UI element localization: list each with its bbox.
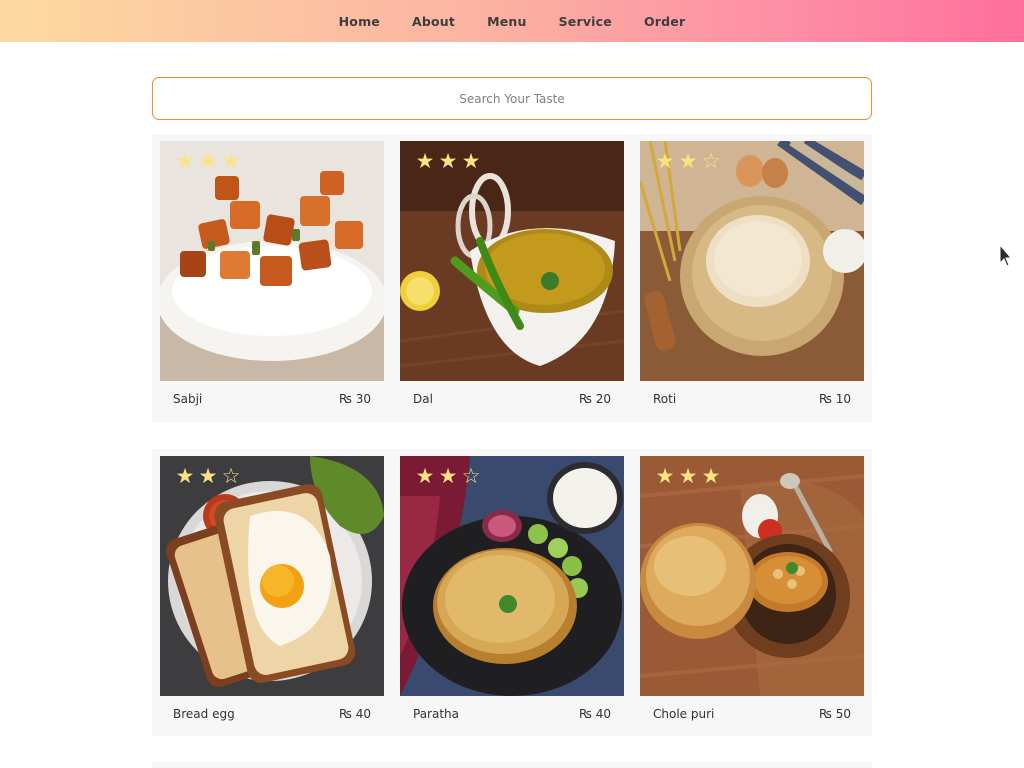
nav-service-link[interactable]: Service	[559, 14, 612, 29]
menu-row: ★ ★ ☆ Bread egg ₨ 40 ★ ★ ☆ Paratha ₨ 40 …	[152, 449, 872, 736]
star-filled-icon: ★	[701, 464, 722, 488]
rating-stars: ★ ★ ☆	[414, 466, 483, 487]
rating-stars: ★ ★ ★	[174, 151, 243, 172]
star-filled-icon: ★	[198, 149, 219, 173]
card-footer: Sabji ₨ 30	[160, 381, 384, 417]
card-footer: Dal ₨ 20	[400, 381, 624, 417]
nav-about-link[interactable]: About	[412, 14, 455, 29]
star-filled-icon: ★	[655, 464, 676, 488]
item-name: Sabji	[173, 392, 203, 406]
item-name: Chole puri	[653, 707, 715, 721]
item-price: ₨ 30	[339, 392, 371, 406]
item-price: ₨ 10	[819, 392, 851, 406]
chole-puri-photo: ★ ★ ★	[640, 456, 864, 696]
rating-stars: ★ ★ ☆	[654, 151, 723, 172]
rating-stars: ★ ★ ★	[654, 466, 723, 487]
star-filled-icon: ★	[175, 149, 196, 173]
menu-row	[152, 762, 872, 768]
card-footer: Roti ₨ 10	[640, 381, 864, 417]
star-filled-icon: ★	[415, 464, 436, 488]
star-filled-icon: ★	[678, 464, 699, 488]
item-price: ₨ 50	[819, 707, 851, 721]
menu-card[interactable]: ★ ★ ★ Chole puri ₨ 50	[640, 456, 864, 736]
menu-card[interactable]: ★ ★ ☆ Roti ₨ 10	[640, 141, 864, 422]
top-nav: Home About Menu Service Order	[0, 0, 1024, 42]
item-price: ₨ 40	[339, 707, 371, 721]
sabji-photo: ★ ★ ★	[160, 141, 384, 381]
search-input[interactable]: Search Your Taste	[152, 77, 872, 120]
menu-row: ★ ★ ★ Sabji ₨ 30 ★ ★ ★ Dal ₨ 20 ★ ★ ☆ Ro…	[152, 134, 872, 422]
item-price: ₨ 20	[579, 392, 611, 406]
item-name: Bread egg	[173, 707, 235, 721]
star-empty-icon: ☆	[221, 464, 242, 488]
nav-menu-link[interactable]: Menu	[487, 14, 527, 29]
rating-stars: ★ ★ ☆	[174, 466, 243, 487]
star-filled-icon: ★	[175, 464, 196, 488]
nav-home-link[interactable]: Home	[339, 14, 380, 29]
paratha-photo: ★ ★ ☆	[400, 456, 624, 696]
mouse-cursor-icon	[999, 243, 1013, 272]
star-filled-icon: ★	[678, 149, 699, 173]
rating-stars: ★ ★ ★	[414, 151, 483, 172]
item-name: Roti	[653, 392, 677, 406]
item-name: Dal	[413, 392, 433, 406]
menu-card[interactable]: ★ ★ ★ Sabji ₨ 30	[160, 141, 384, 422]
star-filled-icon: ★	[438, 149, 459, 173]
star-filled-icon: ★	[415, 149, 436, 173]
menu-card[interactable]: ★ ★ ☆ Bread egg ₨ 40	[160, 456, 384, 736]
star-filled-icon: ★	[221, 149, 242, 173]
card-footer: Chole puri ₨ 50	[640, 696, 864, 732]
bread-egg-photo: ★ ★ ☆	[160, 456, 384, 696]
card-footer: Paratha ₨ 40	[400, 696, 624, 732]
nav-order-link[interactable]: Order	[644, 14, 685, 29]
card-footer: Bread egg ₨ 40	[160, 696, 384, 732]
dal-photo: ★ ★ ★	[400, 141, 624, 381]
star-filled-icon: ★	[438, 464, 459, 488]
item-name: Paratha	[413, 707, 460, 721]
star-filled-icon: ★	[655, 149, 676, 173]
star-empty-icon: ☆	[461, 464, 482, 488]
menu-card[interactable]: ★ ★ ☆ Paratha ₨ 40	[400, 456, 624, 736]
item-price: ₨ 40	[579, 707, 611, 721]
search-placeholder: Search Your Taste	[459, 91, 565, 106]
star-empty-icon: ☆	[701, 149, 722, 173]
star-filled-icon: ★	[461, 149, 482, 173]
star-filled-icon: ★	[198, 464, 219, 488]
menu-card[interactable]: ★ ★ ★ Dal ₨ 20	[400, 141, 624, 422]
roti-photo: ★ ★ ☆	[640, 141, 864, 381]
